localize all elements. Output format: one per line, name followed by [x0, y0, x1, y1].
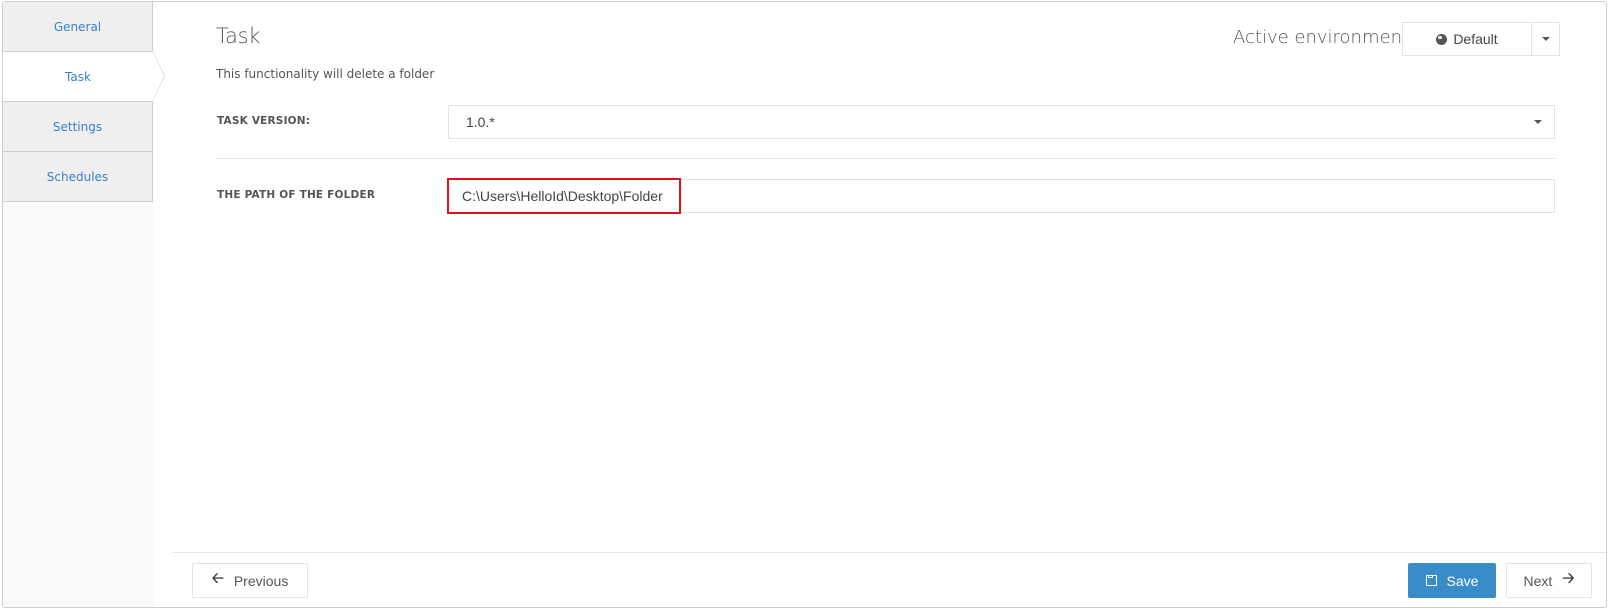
- sidebar-item-label: Settings: [52, 119, 103, 134]
- sidebar-item-settings[interactable]: Settings: [3, 102, 153, 152]
- previous-button[interactable]: 🡠 Previous: [192, 563, 308, 598]
- arrow-right-icon: 🡢: [1562, 570, 1575, 587]
- folder-path-label: THE PATH OF THE FOLDER: [217, 189, 376, 201]
- floppy-disk-icon: [1425, 575, 1437, 586]
- save-label: Save: [1446, 572, 1479, 589]
- sidebar-item-label: General: [53, 19, 102, 34]
- save-button[interactable]: Save: [1408, 563, 1496, 598]
- wizard-sidebar: General Task Settings Schedules: [3, 2, 165, 607]
- environment-dropdown-toggle[interactable]: [1531, 22, 1560, 56]
- sidebar-item-label: Task: [65, 69, 91, 84]
- folder-path-input[interactable]: [448, 179, 1555, 213]
- task-version-label: TASK VERSION:: [217, 115, 311, 127]
- next-label: Next: [1523, 572, 1553, 589]
- sidebar-item-task[interactable]: Task: [3, 51, 165, 102]
- task-version-select[interactable]: 1.0.*: [448, 105, 1555, 139]
- section-divider: [217, 158, 1556, 159]
- sidebar-item-label: Schedules: [46, 169, 109, 184]
- active-environment-label: Active environment: [1233, 27, 1410, 48]
- wizard-panel: General Task Settings Schedules: [2, 1, 1607, 608]
- environment-button[interactable]: Default: [1402, 22, 1531, 56]
- arrow-left-icon: 🡠: [211, 570, 224, 587]
- footer-divider: [172, 552, 1606, 553]
- sidebar-item-general[interactable]: General: [3, 2, 153, 52]
- globe-icon: [1436, 33, 1448, 45]
- page-description: This functionality will delete a folder: [216, 67, 435, 81]
- environment-selector: Default: [1402, 22, 1560, 56]
- task-version-value: 1.0.*: [466, 114, 495, 130]
- sidebar-item-schedules[interactable]: Schedules: [3, 152, 153, 202]
- page-title: Task: [216, 24, 261, 48]
- caret-down-icon: [1541, 37, 1550, 41]
- previous-label: Previous: [233, 572, 289, 589]
- environment-value: Default: [1453, 31, 1498, 47]
- next-button[interactable]: Next 🡢: [1506, 563, 1592, 598]
- caret-down-icon: [1534, 120, 1542, 124]
